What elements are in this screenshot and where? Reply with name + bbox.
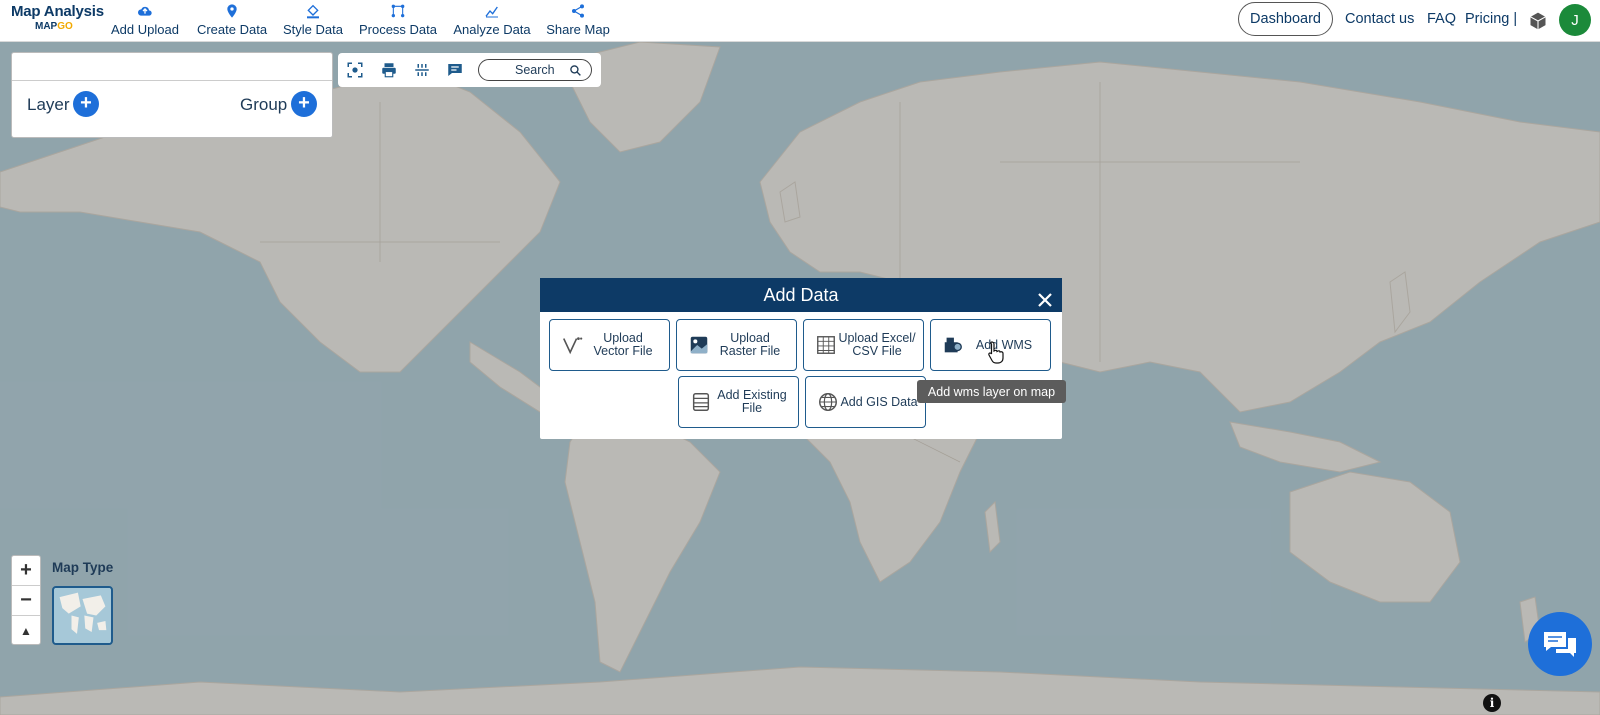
wms-tooltip: Add wms layer on map — [917, 380, 1066, 403]
nav-add-upload[interactable]: Add Upload — [109, 3, 181, 39]
brand-subtitle: MAPGO — [35, 21, 73, 32]
paint-bucket-icon — [281, 3, 345, 21]
add-existing-file-button[interactable]: Add Existing File — [678, 376, 799, 428]
modal-title: Add Data — [763, 285, 839, 305]
layer-label: Layer — [27, 95, 70, 114]
search-icon — [570, 65, 581, 76]
globe-icon — [817, 391, 839, 413]
map-type-thumbnail[interactable] — [52, 586, 113, 645]
map-pin-icon — [194, 3, 270, 21]
map-search-box[interactable]: Search — [478, 59, 592, 81]
hand-cursor-icon — [988, 341, 1004, 364]
fit-extent-icon[interactable] — [346, 61, 364, 79]
brand-logo[interactable]: Map Analysis MAPGO — [11, 3, 104, 32]
zoom-controls: + − ▲ — [11, 555, 41, 645]
measure-icon[interactable] — [413, 61, 431, 79]
map-type-label: Map Type — [52, 560, 114, 575]
add-gis-data-button[interactable]: Add GIS Data — [805, 376, 926, 428]
brand-title: Map Analysis — [11, 3, 104, 20]
database-icon — [690, 391, 712, 413]
info-icon[interactable]: i — [1483, 694, 1501, 712]
raster-image-icon — [688, 334, 710, 356]
process-nodes-icon — [357, 3, 439, 21]
upload-raster-file-button[interactable]: Upload Raster File — [676, 319, 797, 371]
upload-excel-csv-button[interactable]: Upload Excel/CSV File — [803, 319, 924, 371]
chat-bubble-icon — [1544, 632, 1576, 657]
dashboard-button[interactable]: Dashboard — [1238, 2, 1333, 36]
upload-vector-file-button[interactable]: Upload Vector File — [549, 319, 670, 371]
nav-create-data[interactable]: Create Data — [194, 3, 270, 39]
close-icon[interactable] — [1036, 286, 1054, 307]
share-icon — [545, 3, 611, 21]
nav-analyze-data[interactable]: Analyze Data — [452, 3, 532, 39]
vector-icon — [561, 334, 583, 356]
add-group-button[interactable]: + — [291, 91, 317, 117]
search-label: Search — [515, 63, 555, 77]
analyze-chart-icon — [452, 3, 532, 21]
add-data-modal: Add Data Upload Vector File Upload Raster … — [540, 278, 1062, 439]
cloud-upload-icon — [109, 3, 181, 21]
nav-style-data[interactable]: Style Data — [281, 3, 345, 39]
group-label: Group — [240, 95, 288, 114]
faq-link[interactable]: FAQ — [1427, 11, 1456, 27]
cube-icon[interactable] — [1528, 11, 1548, 31]
map-tools-toolbar: Search — [338, 53, 601, 87]
user-avatar[interactable]: J — [1559, 4, 1591, 36]
spreadsheet-icon — [815, 334, 837, 356]
comment-icon[interactable] — [446, 61, 464, 79]
add-layer-button[interactable]: + — [73, 91, 99, 117]
print-icon[interactable] — [380, 61, 398, 79]
wms-icon — [942, 334, 964, 356]
contact-us-link[interactable]: Contact us — [1345, 11, 1414, 27]
chat-widget-button[interactable] — [1528, 612, 1592, 676]
nav-process-data[interactable]: Process Data — [357, 3, 439, 39]
pricing-link[interactable]: Pricing | — [1465, 11, 1517, 27]
top-navigation-bar: Map Analysis MAPGO Add Upload Create Dat… — [0, 0, 1600, 42]
modal-header: Add Data — [540, 278, 1062, 312]
zoom-in-button[interactable]: + — [12, 556, 40, 586]
reset-north-button[interactable]: ▲ — [12, 616, 40, 646]
layer-panel-header — [12, 53, 332, 81]
nav-share-map[interactable]: Share Map — [545, 3, 611, 39]
zoom-out-button[interactable]: − — [12, 586, 40, 616]
